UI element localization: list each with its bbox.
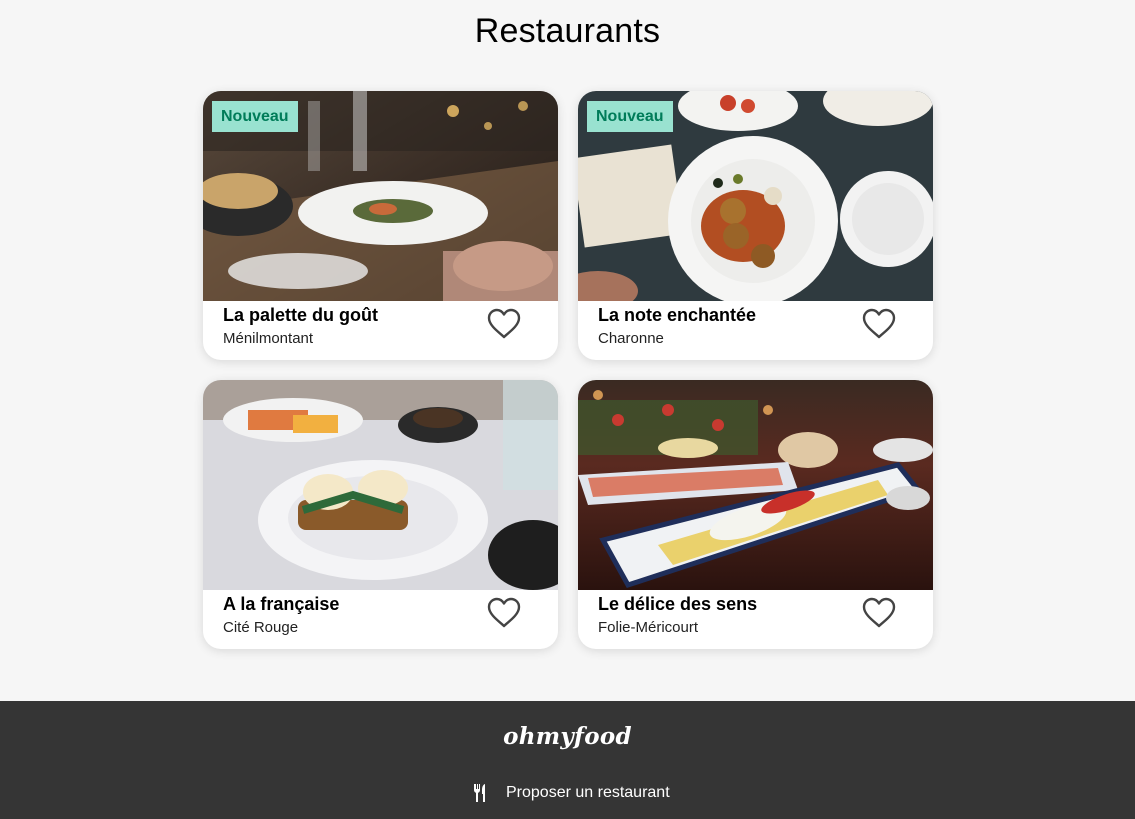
restaurant-location: Charonne (598, 330, 664, 347)
propose-restaurant-link[interactable]: Proposer un restaurant (473, 784, 670, 802)
footer-logo[interactable]: ohmyfood (0, 723, 1135, 750)
page-title: Restaurants (474, 12, 661, 50)
restaurant-name: La palette du goût (223, 305, 378, 325)
restaurant-location: Folie-Méricourt (598, 619, 699, 636)
restaurant-location: Ménilmontant (223, 330, 314, 347)
cutlery-icon (474, 784, 485, 802)
restaurant-name: A la française (223, 594, 340, 614)
footer: ohmyfood Proposer un restaurant (0, 701, 1135, 819)
restaurant-location: Cité Rouge (223, 619, 299, 636)
restaurant-card[interactable]: A la française Cité Rouge (203, 380, 558, 649)
restaurant-name: Le délice des sens (598, 594, 758, 614)
restaurant-photo (203, 380, 558, 590)
footer-link-label: Proposer un restaurant (506, 784, 670, 801)
heart-icon[interactable] (862, 308, 896, 340)
restaurant-card[interactable]: Nouveau La palette du goût Ménilmontant (203, 91, 558, 360)
new-badge: Nouveau (212, 101, 298, 132)
heart-icon[interactable] (862, 597, 896, 629)
new-badge: Nouveau (587, 101, 673, 132)
restaurant-card[interactable]: Le délice des sens Folie-Méricourt (578, 380, 933, 649)
restaurant-photo (578, 380, 933, 590)
restaurant-grid: Nouveau La palette du goût Ménilmontant (203, 91, 934, 649)
restaurant-name: La note enchantée (598, 305, 757, 325)
restaurant-card[interactable]: Nouveau La note enchantée Charonne (578, 91, 933, 360)
heart-icon[interactable] (487, 597, 521, 629)
heart-icon[interactable] (487, 308, 521, 340)
